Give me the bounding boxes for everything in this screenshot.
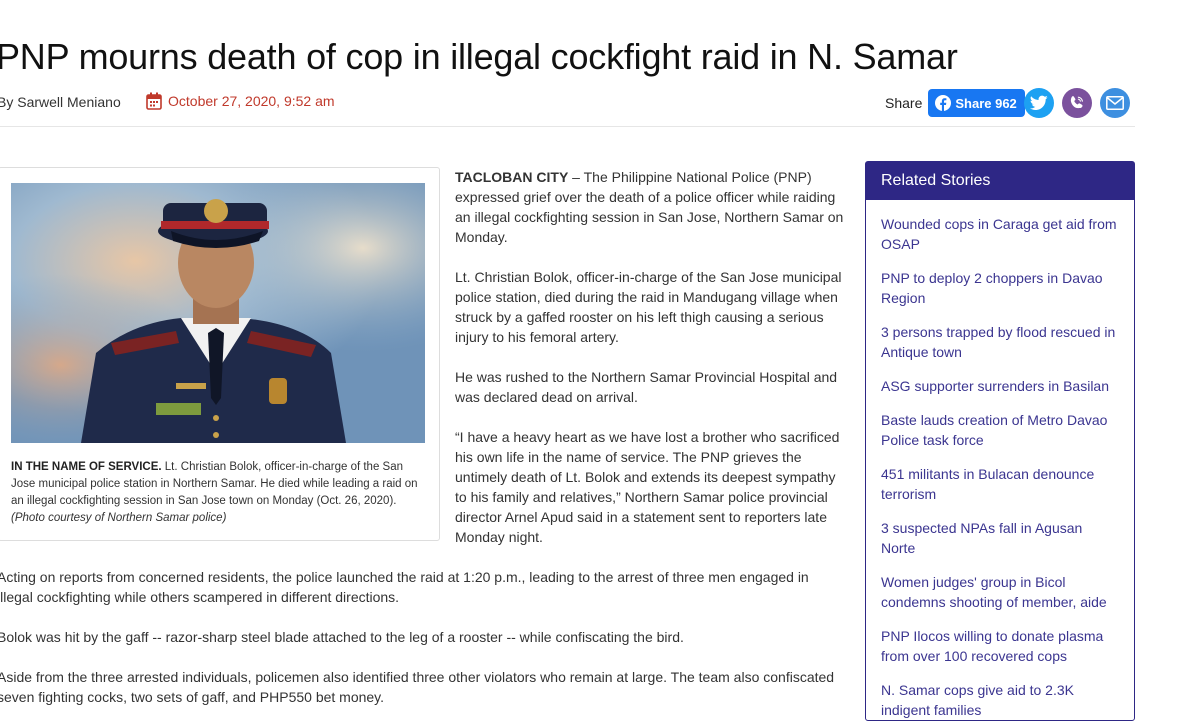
article-body-top: TACLOBAN CITY – The Philippine National … [455, 167, 850, 567]
related-story-link[interactable]: 451 militants in Bulacan denounce terror… [881, 464, 1120, 504]
date-text: October 27, 2020, 9:52 am [168, 93, 335, 109]
paragraph-4: “I have a heavy heart as we have lost a … [455, 429, 840, 545]
related-story-link[interactable]: 3 suspected NPAs fall in Agusan Norte [881, 518, 1120, 558]
caption-title: IN THE NAME OF SERVICE. [11, 461, 162, 473]
paragraph-5: Acting on reports from concerned residen… [0, 569, 809, 605]
header-divider [0, 126, 1135, 127]
caption-credit: (Photo courtesy of Northern Samar police… [11, 512, 227, 524]
related-story-link[interactable]: Wounded cops in Caraga get aid from OSAP [881, 214, 1120, 254]
article-photo [11, 183, 425, 443]
related-story-link[interactable]: ASG supporter surrenders in Basilan [881, 376, 1120, 396]
paragraph-7: Aside from the three arrested individual… [0, 669, 835, 705]
facebook-share-label: Share 962 [955, 95, 1017, 111]
related-story-link[interactable]: Baste lauds creation of Metro Davao Poli… [881, 410, 1120, 450]
twitter-share-button[interactable] [1023, 88, 1054, 118]
paragraph-2: Lt. Christian Bolok, officer-in-charge o… [455, 269, 842, 345]
paragraph-3: He was rushed to the Northern Samar Prov… [455, 369, 838, 405]
photo-caption: IN THE NAME OF SERVICE. Lt. Christian Bo… [11, 459, 429, 527]
email-icon [1105, 96, 1124, 110]
related-story-link[interactable]: PNP to deploy 2 choppers in Davao Region [881, 268, 1120, 308]
article-title: PNP mourns death of cop in illegal cockf… [0, 36, 958, 77]
twitter-icon [1029, 95, 1048, 110]
facebook-icon [935, 95, 952, 111]
related-stories-list: Wounded cops in Caraga get aid from OSAP… [866, 214, 1134, 720]
paragraph-6: Bolok was hit by the gaff -- razor-sharp… [0, 629, 684, 645]
dateline: TACLOBAN CITY [455, 169, 569, 185]
viber-icon [1070, 96, 1083, 109]
viber-share-button[interactable] [1061, 88, 1092, 118]
related-story-link[interactable]: PNP Ilocos willing to donate plasma from… [881, 626, 1120, 666]
facebook-share-button[interactable]: Share 962 [928, 89, 1025, 117]
photo-figure: IN THE NAME OF SERVICE. Lt. Christian Bo… [0, 167, 440, 541]
related-stories-heading: Related Stories [866, 162, 1134, 200]
publish-date: October 27, 2020, 9:52 am [146, 92, 335, 110]
author-byline[interactable]: By Sarwell Meniano [0, 94, 121, 110]
calendar-icon [146, 92, 162, 110]
related-stories-panel: Related Stories Wounded cops in Caraga g… [865, 161, 1135, 721]
related-story-link[interactable]: Women judges' group in Bicol condemns sh… [881, 572, 1120, 612]
share-bar: Share Share 962 [885, 88, 1130, 118]
paragraph-1: TACLOBAN CITY – The Philippine National … [455, 167, 850, 247]
article-body-bottom: Acting on reports from concerned residen… [0, 567, 847, 727]
related-story-link[interactable]: N. Samar cops give aid to 2.3K indigent … [881, 680, 1120, 720]
email-share-button[interactable] [1099, 88, 1130, 118]
share-label: Share [885, 95, 923, 111]
related-story-link[interactable]: 3 persons trapped by flood rescued in An… [881, 322, 1120, 362]
